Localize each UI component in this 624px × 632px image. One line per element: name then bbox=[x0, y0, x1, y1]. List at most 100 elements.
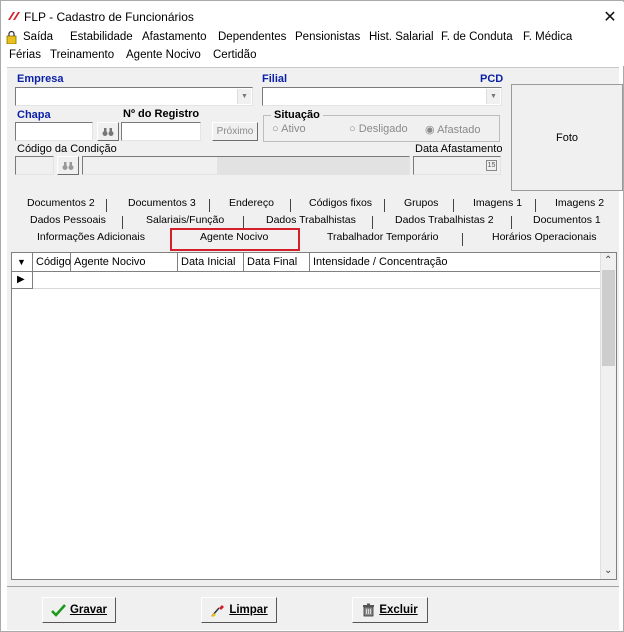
proximo-button[interactable]: Próximo bbox=[212, 122, 258, 141]
app-logo-icon bbox=[8, 12, 20, 20]
tab-imagens-1[interactable]: Imagens 1 bbox=[473, 197, 522, 209]
col-agente-nocivo[interactable]: Agente Nocivo bbox=[71, 253, 178, 271]
binoculars-icon bbox=[102, 127, 114, 136]
registro-input[interactable] bbox=[121, 122, 201, 141]
pcd-label: PCD bbox=[480, 73, 504, 85]
radio-desligado[interactable]: ○ Desligado bbox=[349, 123, 408, 135]
data-afastamento-input[interactable]: 15 bbox=[413, 156, 501, 175]
tab-grupos[interactable]: Grupos bbox=[404, 197, 438, 209]
menu-hist-salarial[interactable]: Hist. Salarial bbox=[369, 31, 434, 43]
grid-row-line bbox=[33, 288, 601, 289]
chapa-label: Chapa bbox=[17, 109, 51, 121]
tab-separator bbox=[290, 199, 291, 212]
menu-dependentes[interactable]: Dependentes bbox=[218, 31, 286, 43]
menu-ferias[interactable]: Férias bbox=[9, 49, 41, 61]
tab-horarios-operacionais[interactable]: Horários Operacionais bbox=[492, 231, 596, 243]
codigo-condicao-input[interactable] bbox=[15, 156, 54, 175]
radio-ativo[interactable]: ○ Ativo bbox=[272, 123, 306, 135]
condicao-descricao-shade bbox=[217, 157, 409, 174]
excluir-label: Excluir bbox=[379, 604, 418, 616]
tab-separator bbox=[511, 216, 512, 229]
tab-separator bbox=[122, 216, 123, 229]
codigo-condicao-label: Código da Condição bbox=[17, 143, 117, 155]
close-icon[interactable]: ✕ bbox=[602, 7, 618, 27]
empresa-label: Empresa bbox=[17, 73, 64, 85]
grid-header: ▼ Código Agente Nocivo Data Inicial Data… bbox=[12, 253, 601, 272]
radio-afastado-selected-icon: ◉ bbox=[425, 124, 435, 136]
filial-combo[interactable]: ▼ bbox=[262, 87, 502, 106]
tab-row-1: Documentos 2 Documentos 3 Endereço Códig… bbox=[7, 197, 619, 214]
radio-afastado[interactable]: ◉ Afastado bbox=[425, 123, 480, 136]
vertical-scrollbar[interactable]: ⌃ ⌄ bbox=[600, 253, 616, 579]
tab-documentos-2[interactable]: Documentos 2 bbox=[27, 197, 95, 209]
col-codigo[interactable]: Código bbox=[33, 253, 71, 271]
data-afastamento-label: Data Afastamento bbox=[415, 143, 503, 155]
tab-separator bbox=[453, 199, 454, 212]
chevron-down-icon[interactable]: ▼ bbox=[486, 89, 500, 104]
limpar-label: Limpar bbox=[229, 604, 268, 616]
search-chapa-button[interactable] bbox=[97, 122, 119, 141]
menu-agente-nocivo[interactable]: Agente Nocivo bbox=[126, 49, 201, 61]
menu-afastamento[interactable]: Afastamento bbox=[142, 31, 207, 43]
exit-door-icon bbox=[6, 31, 17, 44]
tab-separator bbox=[462, 233, 463, 246]
active-tab-highlight bbox=[170, 228, 300, 251]
tab-dados-pessoais[interactable]: Dados Pessoais bbox=[30, 214, 106, 226]
scroll-thumb[interactable] bbox=[602, 270, 615, 366]
col-data-inicial[interactable]: Data Inicial bbox=[178, 253, 244, 271]
tab-codigos-fixos[interactable]: Códigos fixos bbox=[309, 197, 372, 209]
radio-ativo-label: Ativo bbox=[281, 123, 306, 135]
menu-estabilidade[interactable]: Estabilidade bbox=[70, 31, 133, 43]
radio-desligado-label: Desligado bbox=[358, 123, 408, 135]
col-intensidade[interactable]: Intensidade / Concentração bbox=[310, 253, 601, 271]
excluir-button[interactable]: Excluir bbox=[352, 597, 428, 623]
menu-bar: Saída Estabilidade Afastamento Dependent… bbox=[2, 30, 624, 66]
binoculars-icon bbox=[62, 161, 74, 170]
menu-f-medica[interactable]: F. Médica bbox=[523, 31, 572, 43]
situacao-label: Situação bbox=[271, 109, 323, 121]
menu-certidao[interactable]: Certidão bbox=[213, 49, 256, 61]
title-bar: FLP - Cadastro de Funcionários ✕ bbox=[2, 2, 624, 30]
tab-separator bbox=[535, 199, 536, 212]
tab-documentos-3[interactable]: Documentos 3 bbox=[128, 197, 196, 209]
gravar-button[interactable]: Gravar bbox=[42, 597, 116, 623]
menu-f-conduta[interactable]: F. de Conduta bbox=[441, 31, 513, 43]
tab-dados-trabalhistas[interactable]: Dados Trabalhistas bbox=[266, 214, 356, 226]
radio-ativo-icon: ○ bbox=[272, 123, 279, 135]
tab-separator bbox=[106, 199, 107, 212]
tab-separator bbox=[384, 199, 385, 212]
registro-label: Nº do Registro bbox=[123, 108, 200, 120]
tab-row-3: Informações Adicionais Agente Nocivo Tra… bbox=[7, 231, 619, 248]
tab-imagens-2[interactable]: Imagens 2 bbox=[555, 197, 604, 209]
menu-treinamento[interactable]: Treinamento bbox=[50, 49, 114, 61]
radio-afastado-label: Afastado bbox=[437, 124, 481, 136]
main-window: FLP - Cadastro de Funcionários ✕ Saída E… bbox=[0, 0, 624, 632]
tab-dados-trabalhistas-2[interactable]: Dados Trabalhistas 2 bbox=[395, 214, 494, 226]
grid-menu-icon[interactable]: ▼ bbox=[12, 253, 33, 271]
tab-trabalhador-temporario[interactable]: Trabalhador Temporário bbox=[327, 231, 438, 243]
menu-pensionistas[interactable]: Pensionistas bbox=[295, 31, 360, 43]
calendar-icon[interactable]: 15 bbox=[486, 160, 497, 171]
agente-nocivo-grid[interactable]: ▼ Código Agente Nocivo Data Inicial Data… bbox=[11, 252, 617, 580]
search-condicao-button[interactable] bbox=[57, 156, 79, 175]
tab-salariais-funcao[interactable]: Salariais/Função bbox=[146, 214, 224, 226]
scroll-down-icon[interactable]: ⌄ bbox=[604, 565, 612, 576]
foto-label: Foto bbox=[555, 131, 578, 144]
filial-label: Filial bbox=[262, 73, 288, 85]
eraser-broom-icon bbox=[211, 604, 225, 617]
tab-separator bbox=[372, 216, 373, 229]
tab-endereco[interactable]: Endereço bbox=[229, 197, 274, 209]
limpar-button[interactable]: Limpar bbox=[201, 597, 277, 623]
menu-saida[interactable]: Saída bbox=[23, 31, 53, 43]
tab-informacoes-adicionais[interactable]: Informações Adicionais bbox=[37, 231, 145, 243]
scroll-up-icon[interactable]: ⌃ bbox=[604, 255, 612, 266]
chevron-down-icon[interactable]: ▼ bbox=[237, 89, 251, 104]
row-indicator-icon: ▶ bbox=[12, 272, 33, 289]
tab-documentos-1[interactable]: Documentos 1 bbox=[533, 214, 601, 226]
col-data-final[interactable]: Data Final bbox=[244, 253, 310, 271]
radio-desligado-icon: ○ bbox=[349, 123, 356, 135]
empresa-combo[interactable]: ▼ bbox=[15, 87, 253, 106]
tab-separator bbox=[209, 199, 210, 212]
photo-box[interactable]: Foto bbox=[511, 84, 623, 191]
chapa-input[interactable] bbox=[15, 122, 93, 141]
